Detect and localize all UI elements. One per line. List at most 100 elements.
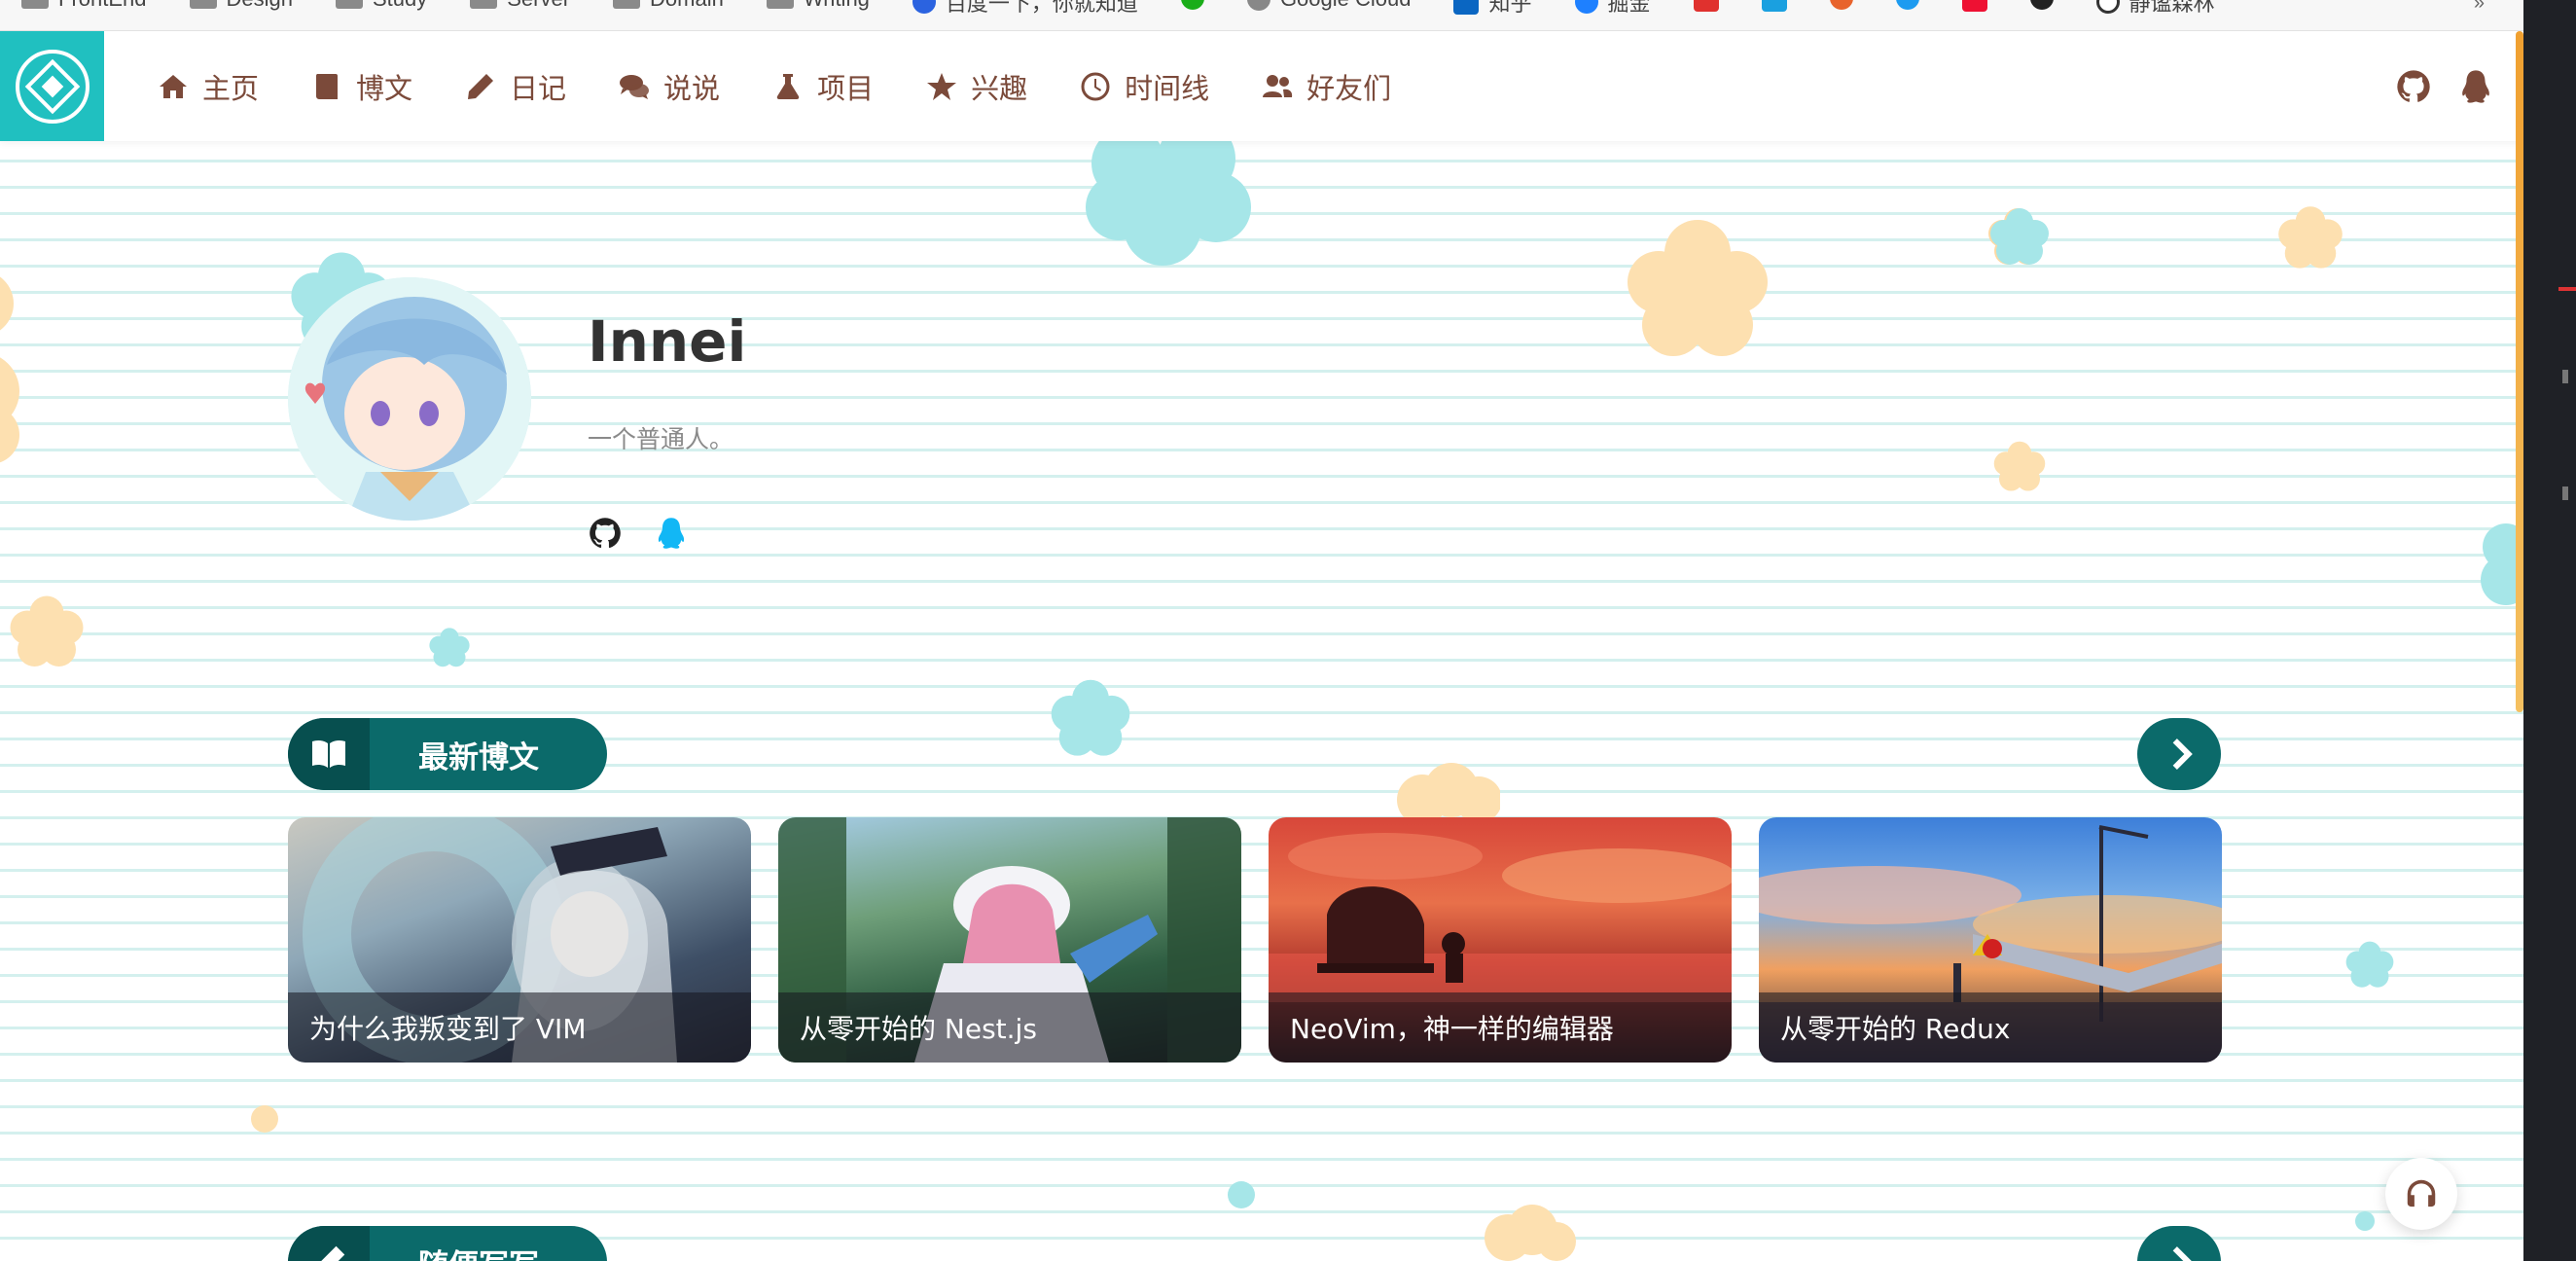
bookmarks-overflow-icon[interactable]: » — [2474, 0, 2485, 15]
nav-home[interactable]: 主页 — [131, 31, 285, 141]
flower-decoration — [429, 628, 470, 667]
nav-timeline[interactable]: 时间线 — [1054, 31, 1235, 141]
nav-says[interactable]: 说说 — [592, 31, 746, 141]
flower-decoration — [10, 595, 84, 667]
bookmark-github[interactable] — [2009, 0, 2075, 10]
latest-posts-header: 最新博文 — [288, 718, 607, 790]
folder-icon — [470, 0, 498, 9]
post-card[interactable]: 从零开始的 Nest.js — [778, 817, 1241, 1063]
users-icon — [1263, 74, 1293, 97]
flower-decoration — [1990, 208, 2049, 265]
bookmark-juejin[interactable]: 掘金 — [1554, 0, 1672, 18]
bookmark-folder-domain[interactable]: Domain — [591, 0, 745, 12]
nav-posts[interactable]: 博文 — [285, 31, 439, 141]
bookmark-folder-design[interactable]: Design — [168, 0, 314, 12]
post-title: 为什么我叛变到了 VIM — [288, 992, 751, 1063]
bookmark-twitter[interactable] — [1875, 0, 1941, 10]
bookmark-blue[interactable] — [1740, 0, 1808, 12]
latest-posts-more-button[interactable] — [2137, 718, 2221, 790]
folder-icon — [21, 0, 49, 9]
avatar-illustration — [288, 277, 531, 521]
flower-decoration — [1485, 1205, 1576, 1261]
nav-diary[interactable]: 日记 — [439, 31, 592, 141]
bookmark-folder-writing[interactable]: Writing — [745, 0, 891, 12]
bookmark-forest[interactable]: 静谧森林 — [2075, 0, 2236, 18]
post-card[interactable]: 为什么我叛变到了 VIM — [288, 817, 751, 1063]
profile-social-links — [588, 516, 689, 551]
bookmark-google-cloud[interactable]: Google Cloud — [1226, 0, 1433, 12]
home-icon — [160, 74, 187, 98]
bookmark-green[interactable] — [1160, 0, 1226, 10]
nav-interests[interactable]: 兴趣 — [900, 31, 1054, 141]
blog-page: 主页 博文 日记 说说 项目 兴趣 时间线 好友们 Innei 一个普通人。 最… — [0, 31, 2523, 1261]
bookmark-orange[interactable] — [1808, 0, 1875, 10]
open-book-icon-wrap — [288, 718, 370, 790]
bookmark-zhihu[interactable]: 知乎 — [1432, 0, 1553, 18]
nav-friends[interactable]: 好友们 — [1235, 31, 1417, 141]
post-title: 从零开始的 Nest.js — [778, 992, 1241, 1063]
nav-label: 兴趣 — [971, 71, 1028, 105]
bookmarks-bar: FrontEnd Design Study Server Domain Writ… — [0, 0, 2523, 31]
nav-label: 日记 — [510, 71, 567, 105]
bookmark-folder-frontend[interactable]: FrontEnd — [0, 0, 168, 12]
open-book-icon — [312, 739, 345, 768]
red-site-icon — [1693, 0, 1719, 12]
nav-label: 好友们 — [1306, 71, 1392, 105]
post-card[interactable]: 从零开始的 Redux — [1759, 817, 2222, 1063]
flask-icon — [776, 73, 800, 99]
qq-icon[interactable] — [2457, 68, 2494, 105]
top-navigation: 主页 博文 日记 说说 项目 兴趣 时间线 好友们 — [0, 31, 2523, 141]
flower-decoration — [1628, 220, 1768, 356]
pencil-icon — [468, 73, 494, 99]
nav-label: 项目 — [817, 71, 875, 105]
headphones-icon — [2407, 1179, 2436, 1207]
blue-site-icon — [1761, 0, 1787, 12]
green-site-icon — [1180, 0, 1204, 10]
nav-label: 主页 — [202, 71, 260, 105]
adjacent-window-mark — [2562, 486, 2568, 500]
adjacent-window-edge — [2523, 0, 2576, 1261]
flower-decoration — [2345, 941, 2394, 988]
profile-tagline: 一个普通人。 — [588, 425, 734, 453]
nav-label: 时间线 — [1125, 71, 1210, 105]
bookmark-folder-study[interactable]: Study — [314, 0, 448, 12]
chevron-right-icon — [2172, 739, 2193, 770]
post-card[interactable]: NeoVim，神一样的编辑器 — [1269, 817, 1732, 1063]
chevron-right-icon — [2172, 1246, 2192, 1261]
github-icon[interactable] — [2395, 68, 2432, 105]
music-player-button[interactable] — [2385, 1158, 2457, 1230]
latest-posts-list: 为什么我叛变到了 VIM 从零开始的 Nest.js NeoVim，神一样的编辑… — [288, 817, 2222, 1063]
github-icon — [2029, 0, 2054, 10]
site-logo[interactable] — [0, 31, 104, 141]
bookmark-folder-server[interactable]: Server — [448, 0, 591, 12]
folder-icon — [766, 0, 794, 9]
scroll-progress-indicator — [2516, 31, 2523, 712]
flower-decoration — [1051, 679, 1130, 756]
flower-decoration — [1397, 763, 1500, 819]
star-icon — [927, 72, 957, 100]
post-title: 从零开始的 Redux — [1759, 992, 2222, 1063]
bookmark-red[interactable] — [1672, 0, 1740, 12]
flower-decoration — [2355, 1211, 2375, 1231]
avatar[interactable] — [288, 277, 531, 521]
logo-diamond-icon — [15, 49, 89, 124]
adjacent-window-mark — [2558, 287, 2576, 291]
qq-icon[interactable] — [654, 516, 689, 551]
notes-header: 随便写写 — [288, 1226, 607, 1261]
post-title: NeoVim，神一样的编辑器 — [1269, 992, 1732, 1063]
bookmark-baidu[interactable]: 百度一下，你就知道 — [891, 0, 1160, 18]
adjacent-window-mark — [2562, 370, 2568, 383]
google-cloud-icon — [1246, 0, 1270, 11]
folder-icon — [335, 0, 363, 9]
zhihu-icon — [1453, 0, 1480, 15]
pencil-icon-wrap — [288, 1226, 370, 1261]
github-icon[interactable] — [588, 516, 623, 551]
flower-decoration — [251, 1105, 278, 1133]
nav-label: 说说 — [663, 71, 721, 105]
bookmark-youtube[interactable] — [1941, 0, 2009, 12]
twitter-icon — [1895, 0, 1919, 10]
notes-more-button[interactable] — [2137, 1226, 2221, 1261]
section-title: 最新博文 — [418, 739, 539, 775]
flower-decoration — [2278, 206, 2343, 269]
nav-projects[interactable]: 项目 — [746, 31, 900, 141]
